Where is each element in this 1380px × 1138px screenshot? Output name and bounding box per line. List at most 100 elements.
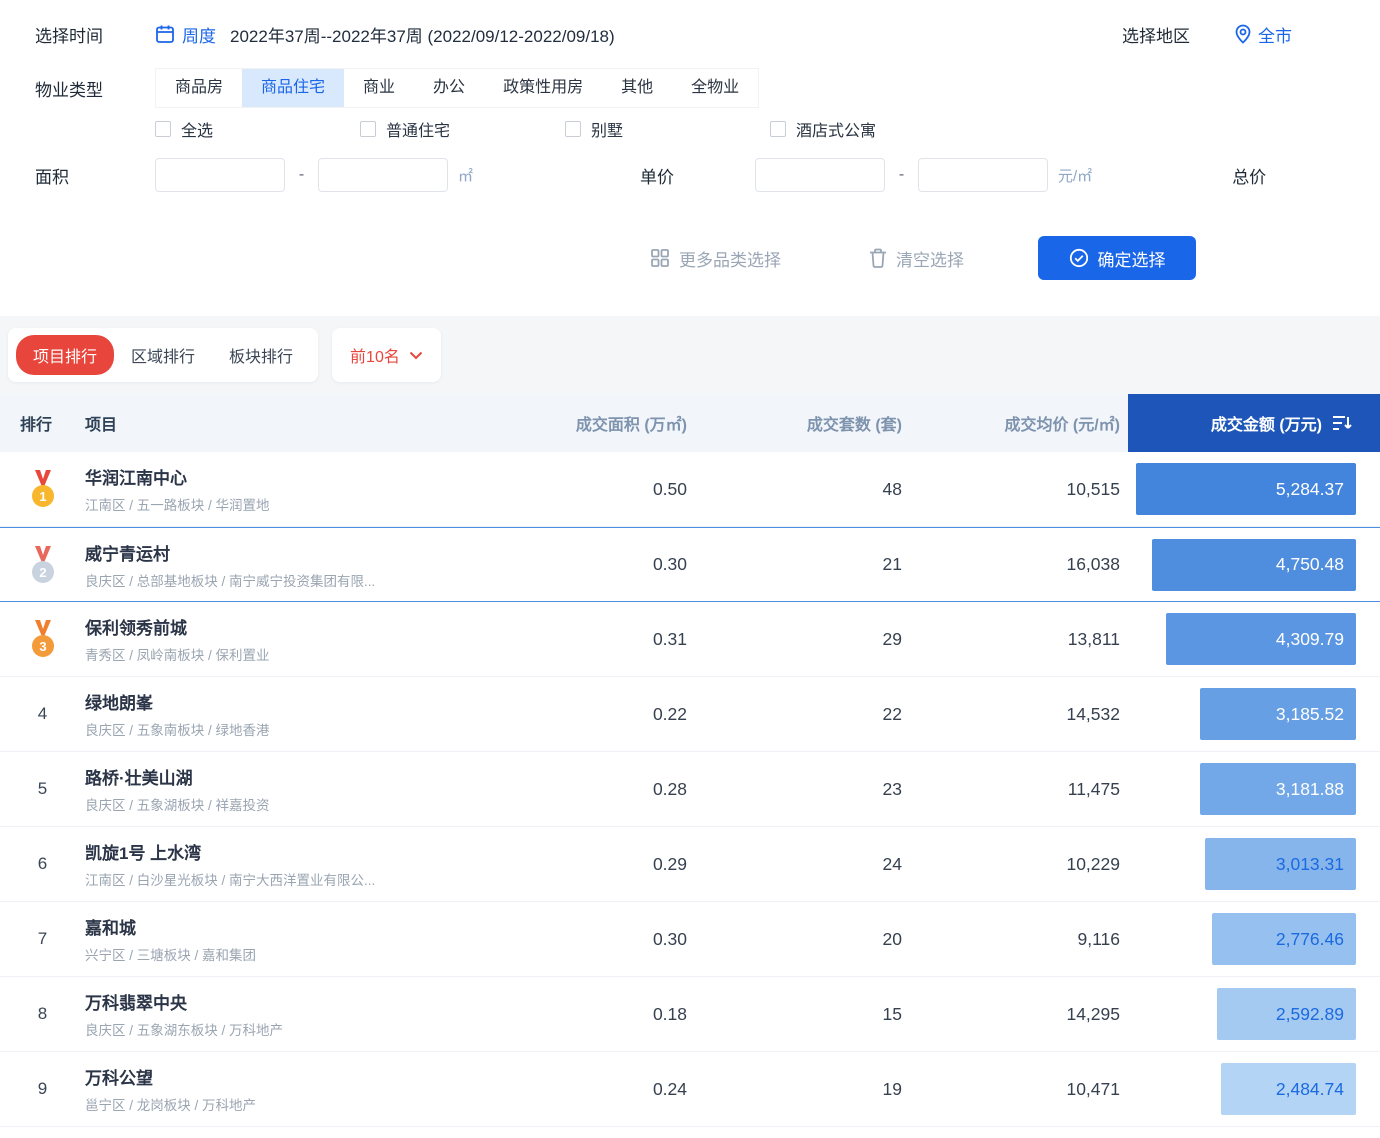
avg-price-cell: 10,515 [910,479,1128,500]
unit-price-max-input[interactable] [918,158,1048,192]
area-min-input[interactable] [155,158,285,192]
amount-bar: 3,185.52 [1200,688,1356,740]
table-row[interactable]: 9万科公望邕宁区 / 龙岗板块 / 万科地产0.241910,4712,484.… [0,1052,1380,1127]
amount-cell: 2,592.89 [1128,977,1380,1051]
property-type-tab[interactable]: 政策性用房 [484,69,602,107]
column-header-amount-label: 成交金额 (万元) [1211,411,1322,435]
region-selector[interactable]: 全市 [1234,22,1292,47]
checkbox-item[interactable]: 普通住宅 [360,117,565,141]
deal-units-cell: 20 [695,929,910,950]
checkbox[interactable] [770,121,786,137]
table-row[interactable]: 7嘉和城兴宁区 / 三塘板块 / 嘉和集团0.30209,1162,776.46 [0,902,1380,977]
gold-medal-icon: 1 [27,470,59,508]
deal-units-cell: 48 [695,479,910,500]
checkbox[interactable] [155,121,171,137]
deal-area-cell: 0.31 [460,629,695,650]
ranking-tab[interactable]: 项目排行 [16,335,114,375]
table-body: 1华润江南中心江南区 / 五一路板块 / 华润置地0.504810,5155,2… [0,452,1380,1127]
unit-price-min-input[interactable] [755,158,885,192]
table-row[interactable]: 4绿地朗峯良庆区 / 五象南板块 / 绿地香港0.222214,5323,185… [0,677,1380,752]
column-header-units: 成交套数 (套) [695,411,910,435]
avg-price-cell: 9,116 [910,929,1128,950]
property-type-tab[interactable]: 办公 [414,69,484,107]
area-max-input[interactable] [318,158,448,192]
avg-price-cell: 13,811 [910,629,1128,650]
checkbox[interactable] [565,121,581,137]
amount-bar: 4,309.79 [1166,613,1356,665]
checkbox-label: 全选 [181,117,213,141]
time-mode-selector[interactable]: 周度 [155,22,216,47]
table-row[interactable]: 6凯旋1号 上水湾江南区 / 白沙星光板块 / 南宁大西洋置业有限公...0.2… [0,827,1380,902]
location-pin-icon [1234,24,1252,44]
project-name: 华润江南中心 [85,464,460,489]
deal-area-cell: 0.50 [460,479,695,500]
table-row[interactable]: 2威宁青运村良庆区 / 总部基地板块 / 南宁威宁投资集团有限...0.3021… [0,527,1380,602]
project-cell: 万科公望邕宁区 / 龙岗板块 / 万科地产 [85,1064,460,1114]
sort-icon [1332,415,1352,431]
table-row[interactable]: 5路桥·壮美山湖良庆区 / 五象湖板块 / 祥嘉投资0.282311,4753,… [0,752,1380,827]
ranking-tab[interactable]: 区域排行 [114,335,212,375]
property-type-tab[interactable]: 全物业 [672,69,758,107]
project-cell: 凯旋1号 上水湾江南区 / 白沙星光板块 / 南宁大西洋置业有限公... [85,839,460,889]
project-detail: 良庆区 / 五象湖板块 / 祥嘉投资 [85,794,460,814]
property-type-tab[interactable]: 商业 [344,69,414,107]
more-categories-button[interactable]: 更多品类选择 [650,246,781,271]
calendar-icon [155,24,175,44]
project-name: 保利领秀前城 [85,614,460,639]
ranking-tabs: 项目排行区域排行板块排行 [8,328,318,382]
table-row[interactable]: 8万科翡翠中央良庆区 / 五象湖东板块 / 万科地产0.181514,2952,… [0,977,1380,1052]
region-filter-label: 选择地区 [1122,22,1190,47]
column-header-rank: 排行 [0,411,85,435]
bronze-medal-icon: 3 [27,620,59,658]
time-range-value[interactable]: 2022年37周--2022年37周 (2022/09/12-2022/09/1… [230,22,615,47]
chevron-down-icon [409,351,423,360]
property-type-tab[interactable]: 商品住宅 [242,69,344,107]
project-name: 绿地朗峯 [85,689,460,714]
project-cell: 路桥·壮美山湖良庆区 / 五象湖板块 / 祥嘉投资 [85,764,460,814]
deal-units-cell: 19 [695,1079,910,1100]
project-detail: 良庆区 / 总部基地板块 / 南宁威宁投资集团有限... [85,570,460,590]
table-row[interactable]: 1华润江南中心江南区 / 五一路板块 / 华润置地0.504810,5155,2… [0,452,1380,527]
unit-price-label: 单价 [640,163,755,188]
top-n-filter[interactable]: 前10名 [332,328,441,382]
table-header: 排行 项目 成交面积 (万㎡) 成交套数 (套) 成交均价 (元/㎡) 成交金额… [0,394,1380,452]
deal-units-cell: 21 [695,554,910,575]
property-type-tab[interactable]: 其他 [602,69,672,107]
property-type-tabs: 商品房商品住宅商业办公政策性用房其他全物业 [155,68,759,108]
confirm-selection-button[interactable]: 确定选择 [1038,236,1196,280]
checkbox-label: 酒店式公寓 [796,117,876,141]
amount-cell: 3,181.88 [1128,752,1380,826]
grid-icon [650,248,670,268]
ranking-tab[interactable]: 板块排行 [212,335,310,375]
avg-price-cell: 16,038 [910,554,1128,575]
rank-cell: 9 [0,1079,85,1099]
clear-selection-button[interactable]: 清空选择 [869,246,964,271]
avg-price-cell: 11,475 [910,779,1128,800]
clear-selection-label: 清空选择 [896,246,964,271]
project-detail: 江南区 / 白沙星光板块 / 南宁大西洋置业有限公... [85,869,460,889]
top-n-label: 前10名 [350,343,400,367]
project-name: 路桥·壮美山湖 [85,764,460,789]
column-header-amount[interactable]: 成交金额 (万元) [1128,394,1380,452]
checkbox-item[interactable]: 酒店式公寓 [770,117,975,141]
checkbox-item[interactable]: 别墅 [565,117,770,141]
page: 选择时间 周度 2022年37周--2022年37周 (2022/09/12-2… [0,0,1380,1127]
amount-cell: 4,750.48 [1128,528,1380,601]
area-unit-label: ㎡ [458,165,473,186]
rank-cell: 8 [0,1004,85,1024]
project-cell: 万科翡翠中央良庆区 / 五象湖东板块 / 万科地产 [85,989,460,1039]
svg-text:3: 3 [39,639,46,654]
deal-units-cell: 15 [695,1004,910,1025]
property-type-tab[interactable]: 商品房 [156,69,242,107]
property-type-label: 物业类型 [35,76,155,101]
checkbox-label: 别墅 [591,117,623,141]
rank-cell: 7 [0,929,85,949]
checkbox-item[interactable]: 全选 [155,117,360,141]
rank-cell: 5 [0,779,85,799]
region-value-label: 全市 [1258,22,1292,47]
table-row[interactable]: 3保利领秀前城青秀区 / 凤岭南板块 / 保利置业0.312913,8114,3… [0,602,1380,677]
deal-area-cell: 0.28 [460,779,695,800]
project-detail: 青秀区 / 凤岭南板块 / 保利置业 [85,644,460,664]
time-filter-row: 选择时间 周度 2022年37周--2022年37周 (2022/09/12-2… [0,0,1380,52]
checkbox[interactable] [360,121,376,137]
